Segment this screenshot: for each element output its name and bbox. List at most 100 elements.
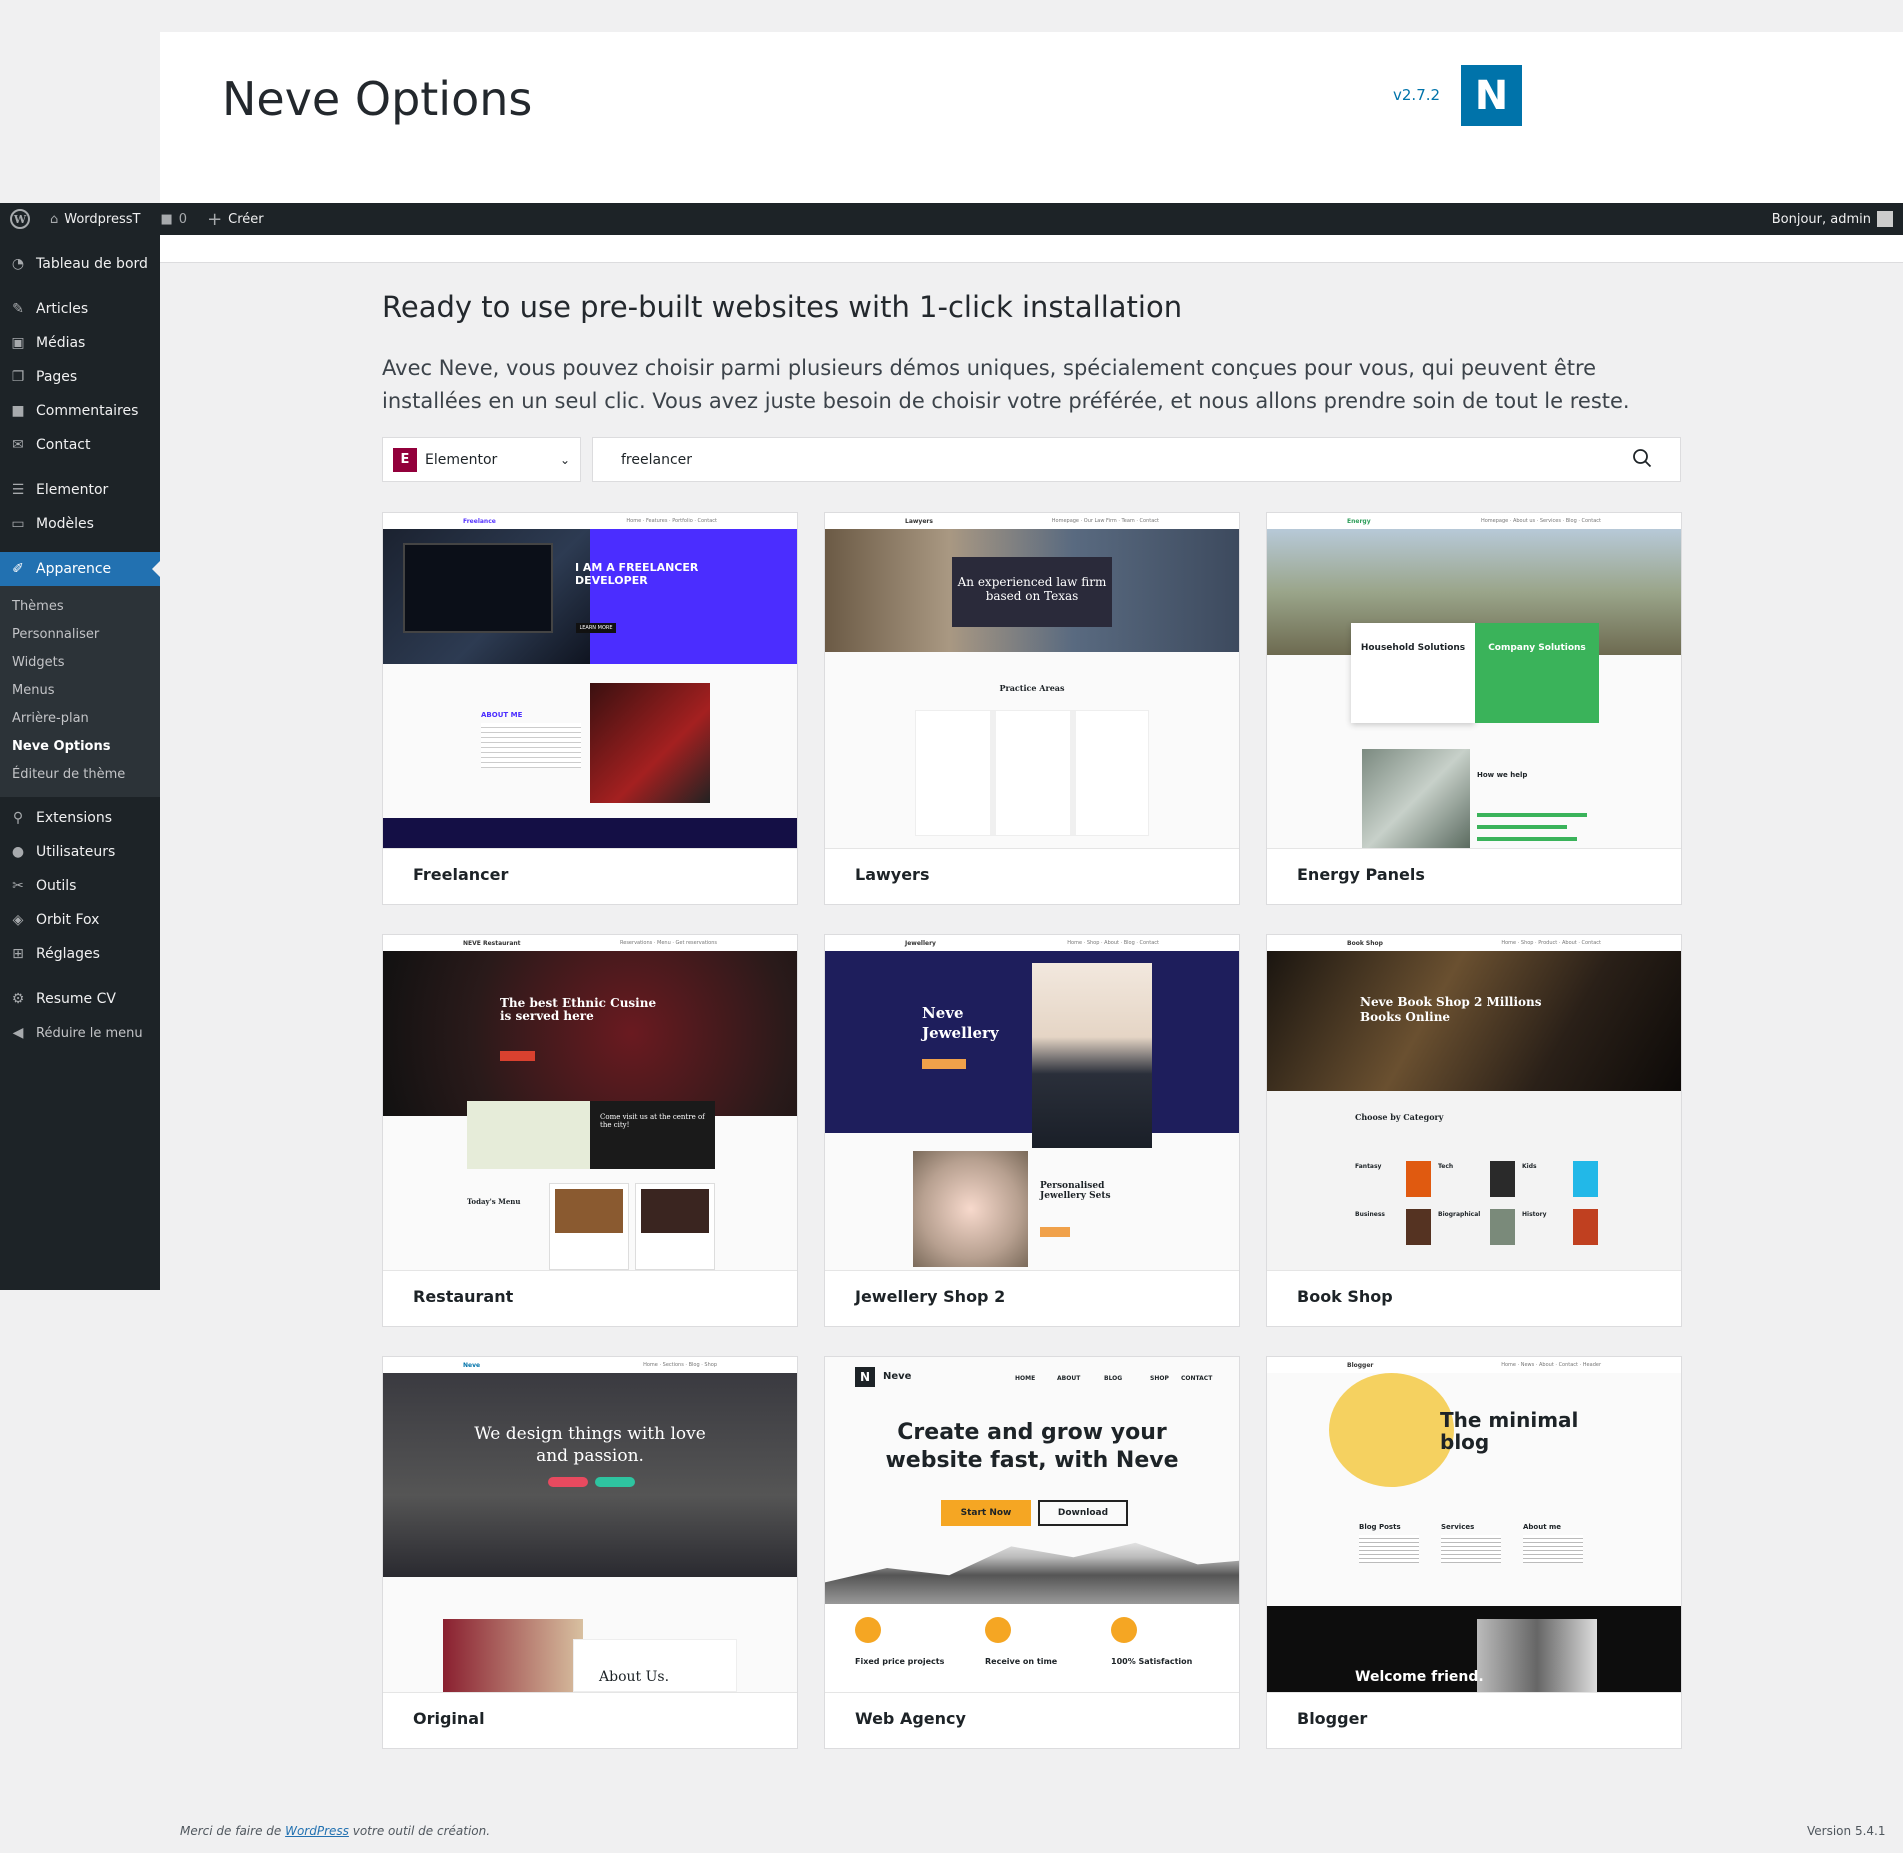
page-title: Neve Options — [222, 72, 533, 126]
menu-label: Médias — [36, 335, 86, 351]
comments-link[interactable]: ■ 0 — [150, 203, 197, 235]
menu-tools[interactable]: ✂ Outils — [0, 869, 160, 903]
submenu-neve-options[interactable]: Neve Options — [0, 733, 160, 761]
preview-brand: Book Shop — [1347, 939, 1383, 947]
demo-card-freelancer[interactable]: Freelance Home · Features · Portfolio · C… — [382, 512, 798, 905]
submenu-background[interactable]: Arrière-plan — [0, 705, 160, 733]
builder-value: Elementor — [425, 451, 498, 468]
demo-card-restaurant[interactable]: NEVE Restaurant Reservations · Menu · Get… — [382, 934, 798, 1327]
preview-feature: Fixed price projects — [855, 1657, 945, 1666]
comments-count: 0 — [178, 211, 188, 227]
menu-appearance[interactable]: ✐ Apparence — [0, 552, 160, 586]
menu-settings[interactable]: ⊞ Réglages — [0, 937, 160, 971]
footer-thanks: Merci de faire de WordPress votre outil … — [180, 1824, 490, 1838]
menu-medias[interactable]: ▣ Médias — [0, 326, 160, 360]
account-menu[interactable]: Bonjour, admin — [1762, 203, 1903, 235]
collapse-menu-button[interactable]: ◀ Réduire le menu — [0, 1016, 160, 1050]
menu-contact[interactable]: ✉ Contact — [0, 428, 160, 462]
demo-preview: Neve Home · Sections · Blog · Shop We des… — [383, 1357, 797, 1692]
footer-text: Merci de faire de — [180, 1824, 286, 1838]
avatar — [1877, 211, 1893, 227]
menu-orbit-fox[interactable]: ◈ Orbit Fox — [0, 903, 160, 937]
search-icon[interactable] — [1632, 448, 1652, 472]
pin-icon: ✎ — [12, 301, 24, 317]
search-input[interactable]: freelancer — [592, 437, 1681, 482]
section-heading: Ready to use pre-built websites with 1-c… — [382, 290, 1183, 324]
demo-preview: Lawyers Homepage · Our Law Firm · Team · … — [825, 513, 1239, 848]
menu-plugins[interactable]: ⚲ Extensions — [0, 801, 160, 835]
preview-start-button: Start Now — [941, 1500, 1031, 1526]
preview-cat: History — [1522, 1211, 1547, 1218]
preview-brand: Jewellery — [905, 939, 936, 947]
menu-label: Articles — [36, 301, 89, 317]
preview-brand: Neve — [463, 1361, 481, 1369]
demo-card-blogger[interactable]: Blogger Home · News · About · Contact · H… — [1266, 1356, 1682, 1749]
preview-feature: Receive on time — [985, 1657, 1058, 1666]
preview-nav: BLOG — [1104, 1375, 1123, 1382]
plus-icon: + — [207, 208, 223, 230]
pages-icon: ❐ — [11, 369, 25, 385]
preview-section: Practice Areas — [999, 683, 1065, 693]
demo-card-web-agency[interactable]: N Neve HOME ABOUT BLOG SHOP CONTACT Crea… — [824, 1356, 1240, 1749]
menu-pages[interactable]: ❐ Pages — [0, 360, 160, 394]
submenu-theme-editor[interactable]: Éditeur de thème — [0, 761, 160, 789]
mail-icon: ✉ — [12, 437, 24, 453]
menu-elementor[interactable]: ☰ Elementor — [0, 473, 160, 507]
demo-preview: Jewellery Home · Shop · About · Blog · Co… — [825, 935, 1239, 1270]
preview-col: Blog Posts — [1359, 1523, 1401, 1531]
preview-visit: Come visit us at the centre of the city! — [590, 1101, 715, 1169]
submenu-themes[interactable]: Thèmes — [0, 593, 160, 621]
preview-nav: HOME — [1015, 1375, 1036, 1382]
preview-col: About me — [1523, 1523, 1562, 1531]
menu-label: Utilisateurs — [36, 844, 116, 860]
demo-card-lawyers[interactable]: Lawyers Homepage · Our Law Firm · Team · … — [824, 512, 1240, 905]
demo-preview: N Neve HOME ABOUT BLOG SHOP CONTACT Crea… — [825, 1357, 1239, 1692]
demo-card-book-shop[interactable]: Book Shop Home · Shop · Product · About ·… — [1266, 934, 1682, 1327]
menu-comments[interactable]: ■ Commentaires — [0, 394, 160, 428]
preview-brand: Lawyers — [905, 517, 933, 525]
preview-hero: We design things with love and passion. — [474, 1424, 706, 1466]
card-title: Blogger — [1297, 1709, 1368, 1728]
submenu-widgets[interactable]: Widgets — [0, 649, 160, 677]
preview-nav: CONTACT — [1181, 1375, 1213, 1382]
card-title: Restaurant — [413, 1287, 514, 1306]
home-icon: ⌂ — [50, 211, 59, 227]
user-icon: ● — [11, 844, 25, 860]
menu-label: Extensions — [36, 810, 113, 826]
demo-card-original[interactable]: Neve Home · Sections · Blog · Shop We des… — [382, 1356, 798, 1749]
preview-feature: 100% Satisfaction — [1111, 1657, 1193, 1666]
menu-articles[interactable]: ✎ Articles — [0, 292, 160, 326]
menu-resume-cv[interactable]: ⚙ Resume CV — [0, 982, 160, 1016]
preview-hero: The best Ethnic Cusine is served here — [500, 996, 657, 1023]
menu-label: Modèles — [36, 516, 94, 532]
site-name-link[interactable]: ⌂ WordpressT — [40, 203, 150, 235]
preview-brand: Energy — [1347, 517, 1371, 525]
wordpress-logo-icon[interactable]: W — [0, 203, 40, 235]
elementor-icon: ☰ — [11, 482, 25, 498]
menu-templates[interactable]: ▭ Modèles — [0, 507, 160, 541]
new-content-link[interactable]: + Créer — [197, 203, 274, 235]
greeting: Bonjour, admin — [1771, 211, 1871, 227]
demo-card-jewellery-shop-2[interactable]: Jewellery Home · Shop · About · Blog · Co… — [824, 934, 1240, 1327]
preview-welcome: Welcome friend. — [1355, 1669, 1484, 1685]
card-title: Original — [413, 1709, 485, 1728]
submenu-customize[interactable]: Personnaliser — [0, 621, 160, 649]
menu-users[interactable]: ● Utilisateurs — [0, 835, 160, 869]
svg-text:W: W — [13, 213, 27, 226]
footer-text: votre outil de création. — [348, 1824, 491, 1838]
menu-label: Réduire le menu — [36, 1025, 143, 1041]
appearance-submenu: Thèmes Personnaliser Widgets Menus Arriè… — [0, 586, 160, 797]
preview-card-household: Household Solutions — [1351, 623, 1475, 723]
wordpress-link[interactable]: WordPress — [285, 1824, 349, 1838]
preview-about: About Us. — [599, 1669, 670, 1685]
builder-select[interactable]: E Elementor ⌄ — [382, 437, 581, 482]
demo-card-energy-panels[interactable]: Energy Homepage · About us · Services · B… — [1266, 512, 1682, 905]
dashboard-icon: ◔ — [11, 256, 25, 272]
new-label: Créer — [228, 211, 264, 227]
preview-brand: Blogger — [1347, 1361, 1374, 1369]
submenu-menus[interactable]: Menus — [0, 677, 160, 705]
preview-cat: Biographical — [1438, 1211, 1481, 1218]
brush-icon: ✐ — [12, 561, 24, 577]
menu-dashboard[interactable]: ◔ Tableau de bord — [0, 247, 160, 281]
preview-nav: ABOUT — [1057, 1375, 1081, 1382]
